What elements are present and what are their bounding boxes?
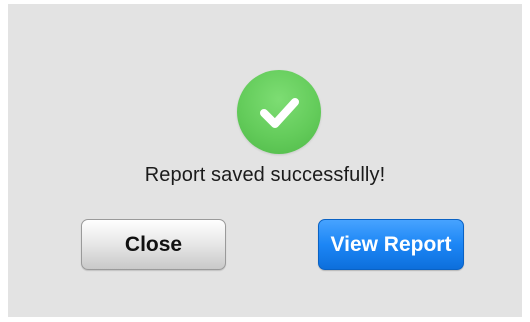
success-dialog: Report saved successfully! Close View Re… <box>8 4 522 317</box>
checkmark-icon <box>260 98 299 128</box>
view-report-button[interactable]: View Report <box>318 219 464 270</box>
checkmark-circle-icon <box>237 70 321 154</box>
view-report-button-label: View Report <box>330 232 452 256</box>
close-button[interactable]: Close <box>81 219 226 270</box>
close-button-label: Close <box>124 232 183 256</box>
success-message: Report saved successfully! <box>144 164 386 186</box>
